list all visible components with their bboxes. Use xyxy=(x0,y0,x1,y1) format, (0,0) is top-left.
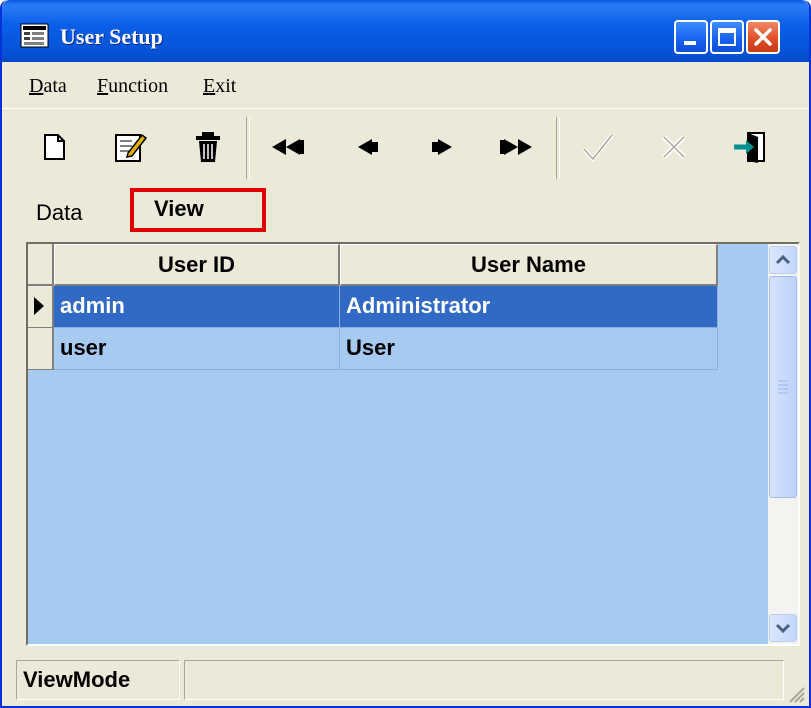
close-icon xyxy=(754,28,772,46)
toolbar-separator xyxy=(246,117,250,179)
cell-user-name[interactable]: Administrator xyxy=(340,286,718,328)
scroll-up-button[interactable] xyxy=(769,246,797,274)
delete-icon xyxy=(196,132,220,162)
delete-button[interactable] xyxy=(188,127,228,167)
menu-function-accel: F xyxy=(97,75,109,97)
cell-user-id[interactable]: admin xyxy=(54,286,340,328)
new-icon xyxy=(44,134,65,160)
minimize-icon xyxy=(684,41,696,45)
menu-data[interactable]: Data xyxy=(29,75,67,98)
edit-button[interactable] xyxy=(110,127,150,167)
status-panel-empty xyxy=(184,660,784,700)
maximize-icon xyxy=(718,28,736,46)
menu-function-rest: unction xyxy=(108,75,169,97)
cancel-button[interactable] xyxy=(654,127,694,167)
vertical-scrollbar[interactable] xyxy=(768,244,798,644)
status-bar: ViewMode xyxy=(2,654,809,706)
grid-body: User ID User Name admin Administrator us… xyxy=(28,244,768,644)
toolbar-separator xyxy=(556,117,560,179)
prev-record-button[interactable] xyxy=(350,127,390,167)
resize-grip-icon[interactable] xyxy=(786,684,806,704)
scroll-thumb[interactable] xyxy=(769,276,797,498)
toolbar xyxy=(2,108,809,188)
current-row-arrow-icon xyxy=(34,297,44,315)
prev-record-icon xyxy=(358,139,378,155)
menu-exit[interactable]: Exit xyxy=(203,75,236,98)
new-button[interactable] xyxy=(34,127,74,167)
last-record-icon xyxy=(500,139,532,155)
grid-corner xyxy=(28,244,54,286)
chevron-up-icon xyxy=(775,254,791,265)
cell-user-id[interactable]: user xyxy=(54,328,340,370)
edit-icon xyxy=(115,133,148,162)
tab-strip xyxy=(2,187,809,237)
row-indicator[interactable] xyxy=(28,286,54,328)
window-title: User Setup xyxy=(60,24,163,49)
user-setup-window: User Setup Data Function Exit Data View … xyxy=(0,0,811,708)
last-record-button[interactable] xyxy=(496,127,536,167)
cell-user-name[interactable]: User xyxy=(340,328,718,370)
next-record-icon xyxy=(432,139,452,155)
menu-exit-rest: xit xyxy=(215,75,237,97)
maximize-button[interactable] xyxy=(710,20,744,54)
minimize-button[interactable] xyxy=(674,20,708,54)
first-record-icon xyxy=(272,139,304,155)
grip-lines-icon xyxy=(778,380,788,394)
menu-data-rest: ata xyxy=(43,75,67,97)
cancel-icon xyxy=(662,135,686,159)
confirm-icon xyxy=(582,133,614,163)
column-header-user-id[interactable]: User ID xyxy=(54,244,340,286)
app-window-icon xyxy=(20,23,49,48)
menu-bar: Data Function Exit xyxy=(2,62,809,109)
first-record-button[interactable] xyxy=(268,127,308,167)
chevron-down-icon xyxy=(775,623,791,634)
tab-data[interactable]: Data xyxy=(36,200,82,226)
confirm-button[interactable] xyxy=(578,127,618,167)
user-grid[interactable]: User ID User Name admin Administrator us… xyxy=(26,242,800,646)
scroll-down-button[interactable] xyxy=(769,614,797,642)
exit-icon xyxy=(734,132,765,163)
next-record-button[interactable] xyxy=(422,127,462,167)
row-indicator[interactable] xyxy=(28,328,54,370)
status-mode: ViewMode xyxy=(16,660,180,700)
column-header-user-name[interactable]: User Name xyxy=(340,244,718,286)
menu-exit-accel: E xyxy=(203,75,216,97)
menu-data-accel: D xyxy=(29,75,44,97)
tab-view[interactable]: View xyxy=(130,188,266,232)
menu-function[interactable]: Function xyxy=(97,75,168,98)
title-bar[interactable]: User Setup xyxy=(2,0,809,62)
exit-button[interactable] xyxy=(730,127,770,167)
close-button[interactable] xyxy=(746,20,780,54)
tab-view-label: View xyxy=(154,196,204,221)
